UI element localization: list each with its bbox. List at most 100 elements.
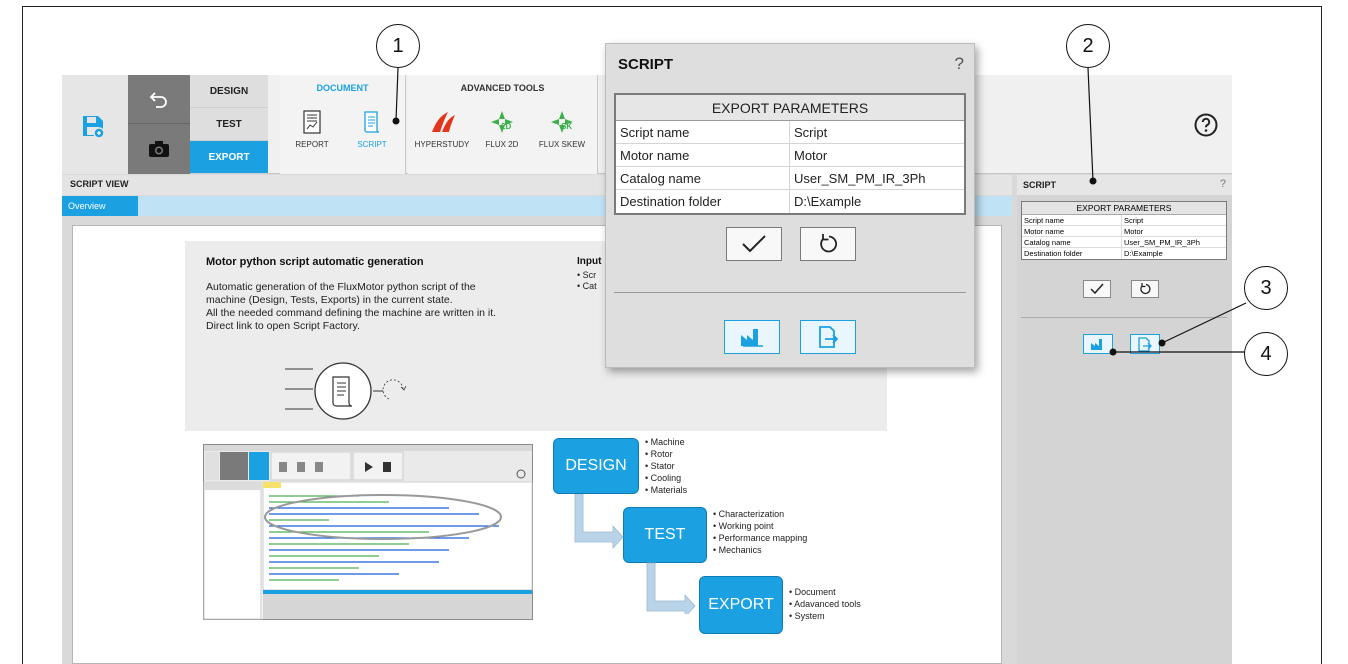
undo-icon — [149, 92, 167, 108]
flow-design-box: DESIGN — [553, 438, 639, 494]
right-export-parameters-table: EXPORT PARAMETERS Script name Script Mot… — [1021, 201, 1227, 260]
destination-folder-field[interactable]: D:\Example — [790, 190, 861, 213]
save-icon[interactable] — [80, 113, 106, 139]
motor-name-field[interactable]: Motor — [790, 144, 827, 166]
popup-apply-button[interactable] — [726, 227, 782, 261]
svg-text:SK: SK — [561, 122, 572, 131]
description-line: Automatic generation of the FluxMotor py… — [206, 281, 476, 293]
flow-design-list: Machine Rotor Stator Cooling Materials — [645, 436, 688, 496]
description-line: Direct link to open Script Factory. — [206, 320, 360, 332]
list-item: Adavanced tools — [789, 598, 861, 610]
advanced-tools-title: ADVANCED TOOLS — [460, 83, 545, 93]
description-line: All the needed command defining the mach… — [206, 307, 497, 319]
script-diagram-icon — [285, 362, 407, 420]
nav-export[interactable]: EXPORT — [190, 141, 268, 174]
right-apply-button[interactable] — [1083, 280, 1111, 298]
script-icon — [364, 111, 380, 133]
advanced-tools-group: ADVANCED TOOLS HYPERSTUDY 2D FLUX 2D SK … — [408, 75, 598, 174]
param-label: Destination folder — [1022, 248, 1122, 259]
tab-overview[interactable]: Overview — [62, 196, 138, 216]
list-item: Machine — [645, 436, 687, 448]
flux2d-tool[interactable]: 2D FLUX 2D — [472, 107, 532, 149]
list-item: Rotor — [645, 448, 687, 460]
report-label: REPORT — [295, 140, 329, 149]
catalog-name-field[interactable]: User_SM_PM_IR_3Ph — [1122, 237, 1200, 247]
script-name-field[interactable]: Script — [1122, 215, 1143, 225]
right-reset-button[interactable] — [1131, 280, 1159, 298]
svg-text:2D: 2D — [501, 122, 511, 131]
param-label: Catalog name — [1022, 237, 1122, 247]
description-line: machine (Design, Tests, Exports) in the … — [206, 294, 453, 306]
hyperstudy-icon — [432, 112, 455, 132]
popup-divider — [614, 292, 966, 293]
popup-help[interactable]: ? — [955, 54, 964, 74]
popup-reset-button[interactable] — [800, 227, 856, 261]
overview-title: Motor python script automatic generation — [206, 256, 424, 268]
script-tool[interactable]: SCRIPT — [342, 107, 402, 149]
callout-2: 2 — [1066, 24, 1110, 68]
table-row: Destination folder D:\Example — [616, 190, 964, 213]
export-file-icon — [819, 326, 839, 348]
help-button[interactable] — [1194, 113, 1218, 142]
param-label: Motor name — [1022, 226, 1122, 236]
check-icon — [1090, 283, 1104, 295]
table-row: Catalog name User_SM_PM_IR_3Ph — [616, 167, 964, 190]
flow-export-list: Document Adavanced tools System — [789, 586, 861, 622]
param-label: Motor name — [616, 144, 790, 166]
callout-1: 1 — [376, 24, 420, 68]
document-group: DOCUMENT REPORT SCRIPT — [280, 75, 406, 174]
list-item: Performance mapping — [713, 532, 808, 544]
script-label: SCRIPT — [357, 140, 387, 149]
overview-description: Automatic generation of the FluxMotor py… — [206, 281, 566, 333]
table-row: Script name Script — [616, 121, 964, 144]
destination-folder-field[interactable]: D:\Example — [1122, 248, 1163, 259]
table-row: Destination folder D:\Example — [1022, 248, 1226, 259]
param-label: Destination folder — [616, 190, 790, 213]
flux2d-icon: 2D — [491, 111, 513, 133]
motor-name-field[interactable]: Motor — [1122, 226, 1143, 236]
right-panel-help[interactable]: ? — [1220, 178, 1226, 190]
reset-icon — [820, 234, 837, 253]
popup-export-script-button[interactable] — [800, 320, 856, 354]
popup-export-parameters-table: EXPORT PARAMETERS Script name Script Mot… — [614, 93, 966, 215]
check-icon — [742, 235, 766, 253]
script-factory-screenshot — [203, 444, 533, 620]
hyperstudy-tool[interactable]: HYPERSTUDY — [412, 107, 472, 149]
script-name-field[interactable]: Script — [790, 121, 827, 143]
flow-test-list: Characterization Working point Performan… — [713, 508, 808, 556]
table-row: Motor name Motor — [616, 144, 964, 167]
list-item: Mechanics — [713, 544, 807, 556]
export-file-icon — [1138, 336, 1152, 352]
factory-icon — [741, 329, 763, 347]
snapshot-button[interactable] — [128, 124, 190, 173]
fluxskew-tool[interactable]: SK FLUX SKEW — [532, 107, 592, 149]
input-bullet: • Cat — [577, 281, 597, 291]
right-script-panel: SCRIPT ? EXPORT PARAMETERS Script name S… — [1017, 175, 1232, 664]
right-export-script-button[interactable] — [1130, 334, 1160, 354]
nav-test[interactable]: TEST — [190, 108, 268, 141]
report-tool[interactable]: REPORT — [282, 107, 342, 149]
right-panel-title: SCRIPT — [1023, 180, 1057, 190]
table-row: Script name Script — [1022, 215, 1226, 226]
nav-design[interactable]: DESIGN — [190, 75, 268, 108]
main-nav: DESIGN TEST EXPORT — [190, 75, 268, 174]
callout-4: 4 — [1244, 332, 1288, 376]
fluxskew-icon: SK — [551, 111, 573, 133]
script-popup-panel: SCRIPT ? EXPORT PARAMETERS Script name S… — [605, 43, 975, 368]
list-item: Characterization — [713, 508, 807, 520]
save-area — [62, 75, 128, 174]
list-item: System — [789, 610, 861, 622]
right-open-script-factory-button[interactable] — [1083, 334, 1113, 354]
list-item: Cooling — [645, 472, 687, 484]
factory-icon — [1091, 339, 1102, 350]
right-panel-header: SCRIPT ? — [1017, 175, 1232, 195]
fluxskew-label: FLUX SKEW — [538, 140, 586, 149]
popup-open-script-factory-button[interactable] — [724, 320, 780, 354]
reset-icon — [1140, 283, 1151, 295]
report-icon — [303, 110, 321, 134]
callout-3: 3 — [1244, 266, 1288, 310]
undo-button[interactable] — [128, 75, 190, 124]
popup-title: SCRIPT — [618, 56, 674, 73]
catalog-name-field[interactable]: User_SM_PM_IR_3Ph — [790, 167, 926, 189]
list-item: Stator — [645, 460, 687, 472]
